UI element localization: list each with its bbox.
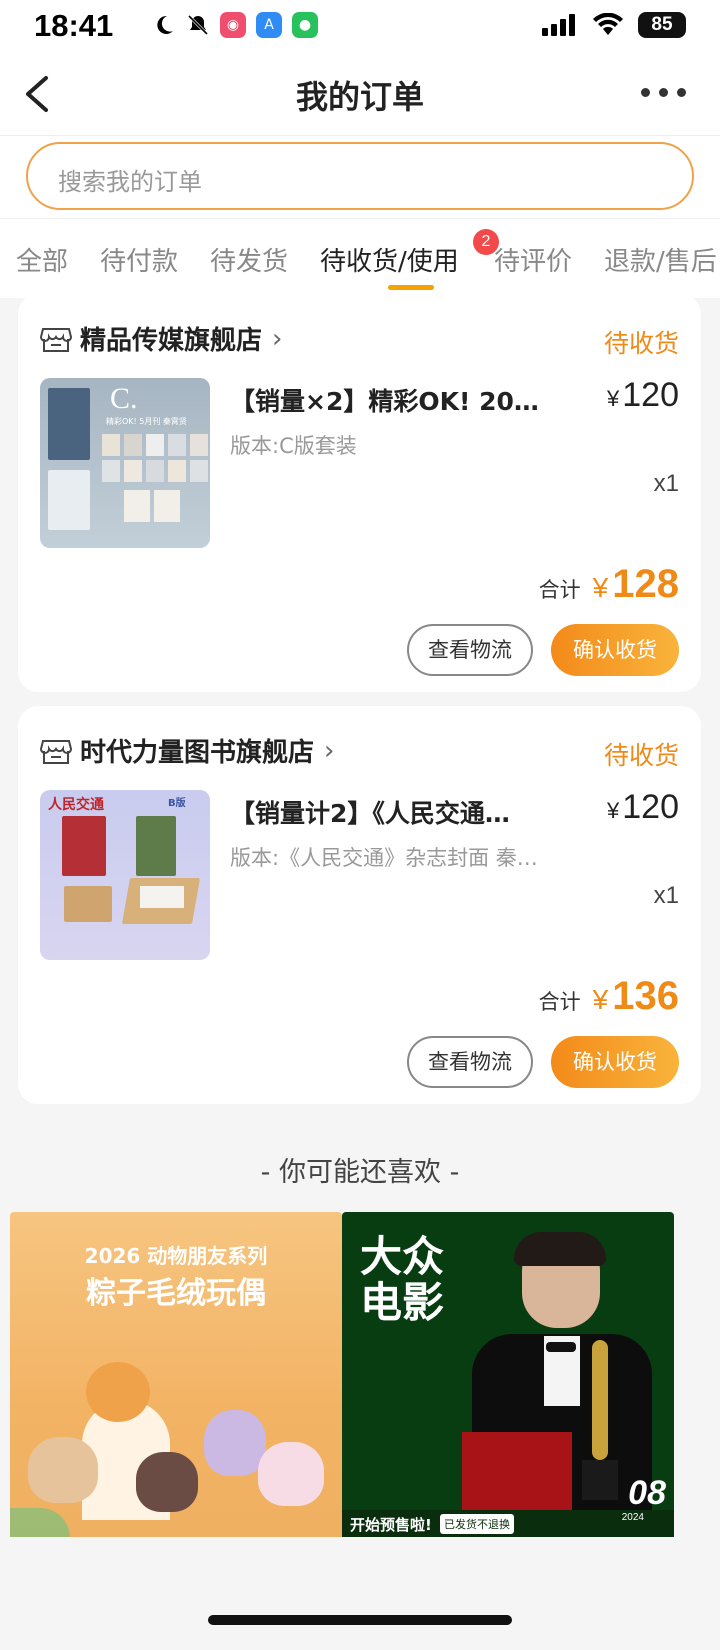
shop-name: 精品传媒旗舰店 xyxy=(80,326,263,356)
total-amount: ¥136 xyxy=(592,974,679,1018)
magazine-title: 大众电影 xyxy=(360,1232,445,1327)
product-title[interactable]: 【销量×2】精彩OK! 20… xyxy=(230,382,540,418)
tab-pending-review[interactable]: 待评价 xyxy=(494,241,572,278)
view-logistics-button[interactable]: 查看物流 xyxy=(407,624,533,676)
photo-card xyxy=(124,490,150,522)
status-bar: 18:41 ◉ A ● 85 xyxy=(0,0,720,54)
product-spec: 版本:C版套装 xyxy=(230,434,357,458)
no-return-tag: 已发货不退换 xyxy=(440,1514,514,1534)
gift-box-image xyxy=(64,886,112,922)
trophy-image xyxy=(582,1340,618,1506)
thumbnail-edition-text: C. xyxy=(110,382,138,415)
tab-pending-shipment[interactable]: 待发货 xyxy=(210,241,288,278)
recommend-item-magazine[interactable]: 大众电影 开始预售啦! 已发货不退换 08 2024 xyxy=(342,1212,674,1537)
appstore-icon: A xyxy=(256,12,282,38)
order-total: 合计 ¥136 xyxy=(539,974,679,1019)
plush-toy-image xyxy=(28,1437,98,1503)
bell-off-icon xyxy=(187,14,209,36)
status-right: 85 xyxy=(542,12,686,38)
nav-bar: 我的订单 xyxy=(0,54,720,136)
product-spec: 版本:《人民交通》杂志封面 秦… xyxy=(230,846,538,870)
view-logistics-button[interactable]: 查看物流 xyxy=(407,1036,533,1088)
battery-indicator: 85 xyxy=(638,12,686,38)
signal-icon xyxy=(542,14,575,36)
product-thumbnail[interactable]: 人民交通 B版 xyxy=(40,790,210,960)
tab-pending-payment[interactable]: 待付款 xyxy=(100,241,178,278)
weibo-app-icon: ◉ xyxy=(220,12,246,38)
product-price: ¥120 xyxy=(607,376,679,414)
recommend-item-plush[interactable]: 2026 动物朋友系列 粽子毛绒玩偶 xyxy=(10,1212,342,1537)
photo-card xyxy=(154,490,180,522)
order-tabs: 全部 待付款 待发货 待收货/使用 2 待评价 退款/售后 xyxy=(0,218,720,298)
more-options-icon[interactable] xyxy=(641,88,686,97)
plush-toy-image xyxy=(258,1442,324,1506)
thumbnail-edition-text: 人民交通 xyxy=(48,797,104,813)
search-area: 搜索我的订单 xyxy=(0,136,720,218)
tab-pending-receipt[interactable]: 待收货/使用 xyxy=(320,241,459,278)
search-placeholder: 搜索我的订单 xyxy=(58,168,202,196)
tab-all[interactable]: 全部 xyxy=(16,241,68,278)
wifi-icon xyxy=(593,13,623,35)
recommend-header: - 你可能还喜欢 - xyxy=(260,1157,460,1188)
order-card[interactable]: 精品传媒旗舰店 › 待收货 C. 精彩OK! 5月刊 秦霄贤 【销量×2】精彩O… xyxy=(18,294,701,692)
order-total: 合计 ¥128 xyxy=(539,562,679,607)
total-amount: ¥128 xyxy=(592,562,679,606)
active-tab-indicator xyxy=(388,285,434,290)
promo-subtitle: 2026 动物朋友系列 xyxy=(84,1244,268,1268)
shop-link[interactable]: 时代力量图书旗舰店 › xyxy=(40,732,334,769)
plush-tiger-image xyxy=(86,1362,150,1422)
search-input[interactable]: 搜索我的订单 xyxy=(26,142,694,210)
issue-number: 08 xyxy=(628,1474,666,1512)
moon-icon xyxy=(157,15,173,34)
confirm-receipt-button[interactable]: 确认收货 xyxy=(551,624,679,676)
box-contents-image xyxy=(140,886,184,908)
photo-card-grid xyxy=(102,434,208,482)
total-label: 合计 xyxy=(538,578,581,602)
issue-year: 2024 xyxy=(621,1512,644,1523)
status-time: 18:41 xyxy=(34,8,114,43)
tab-refund[interactable]: 退款/售后 xyxy=(604,241,717,278)
page-title: 我的订单 xyxy=(295,78,424,116)
plush-toy-image xyxy=(204,1410,266,1476)
presale-label: 开始预售啦! xyxy=(350,1516,432,1534)
plush-toy-image xyxy=(136,1452,198,1512)
product-title[interactable]: 【销量计2】《人民交通… xyxy=(230,794,540,830)
shop-link[interactable]: 精品传媒旗舰店 › xyxy=(40,320,282,357)
product-price: ¥120 xyxy=(607,788,679,826)
home-indicator[interactable] xyxy=(208,1615,512,1625)
order-card[interactable]: 时代力量图书旗舰店 › 待收货 人民交通 B版 【销量计2】《人民交通… 版本:… xyxy=(18,706,701,1104)
thumbnail-subtitle: B版 xyxy=(168,798,186,809)
store-icon xyxy=(40,327,72,352)
confirm-receipt-button[interactable]: 确认收货 xyxy=(551,1036,679,1088)
order-status: 待收货 xyxy=(603,329,679,358)
total-label: 合计 xyxy=(538,990,581,1014)
magazine-cover-image xyxy=(48,388,90,460)
store-icon xyxy=(40,739,72,764)
thumbnail-subtitle: 精彩OK! 5月刊 秦霄贤 xyxy=(106,417,187,426)
product-quantity: x1 xyxy=(653,882,679,909)
product-quantity: x1 xyxy=(653,470,679,497)
magazine-cover-image xyxy=(136,816,176,876)
chevron-right-icon: › xyxy=(324,735,335,766)
promo-title: 粽子毛绒玩偶 xyxy=(86,1276,266,1311)
cover-person-image xyxy=(452,1232,652,1534)
chevron-right-icon: › xyxy=(272,323,283,354)
wechat-icon: ● xyxy=(292,12,318,38)
magazine-cover-image xyxy=(48,470,90,530)
magazine-cover-image xyxy=(62,816,106,876)
leaf-decoration xyxy=(10,1508,70,1537)
shop-name: 时代力量图书旗舰店 xyxy=(80,738,315,768)
status-notification-icons: ◉ A ● xyxy=(152,12,318,38)
product-thumbnail[interactable]: C. 精彩OK! 5月刊 秦霄贤 xyxy=(40,378,210,548)
order-status: 待收货 xyxy=(603,741,679,770)
